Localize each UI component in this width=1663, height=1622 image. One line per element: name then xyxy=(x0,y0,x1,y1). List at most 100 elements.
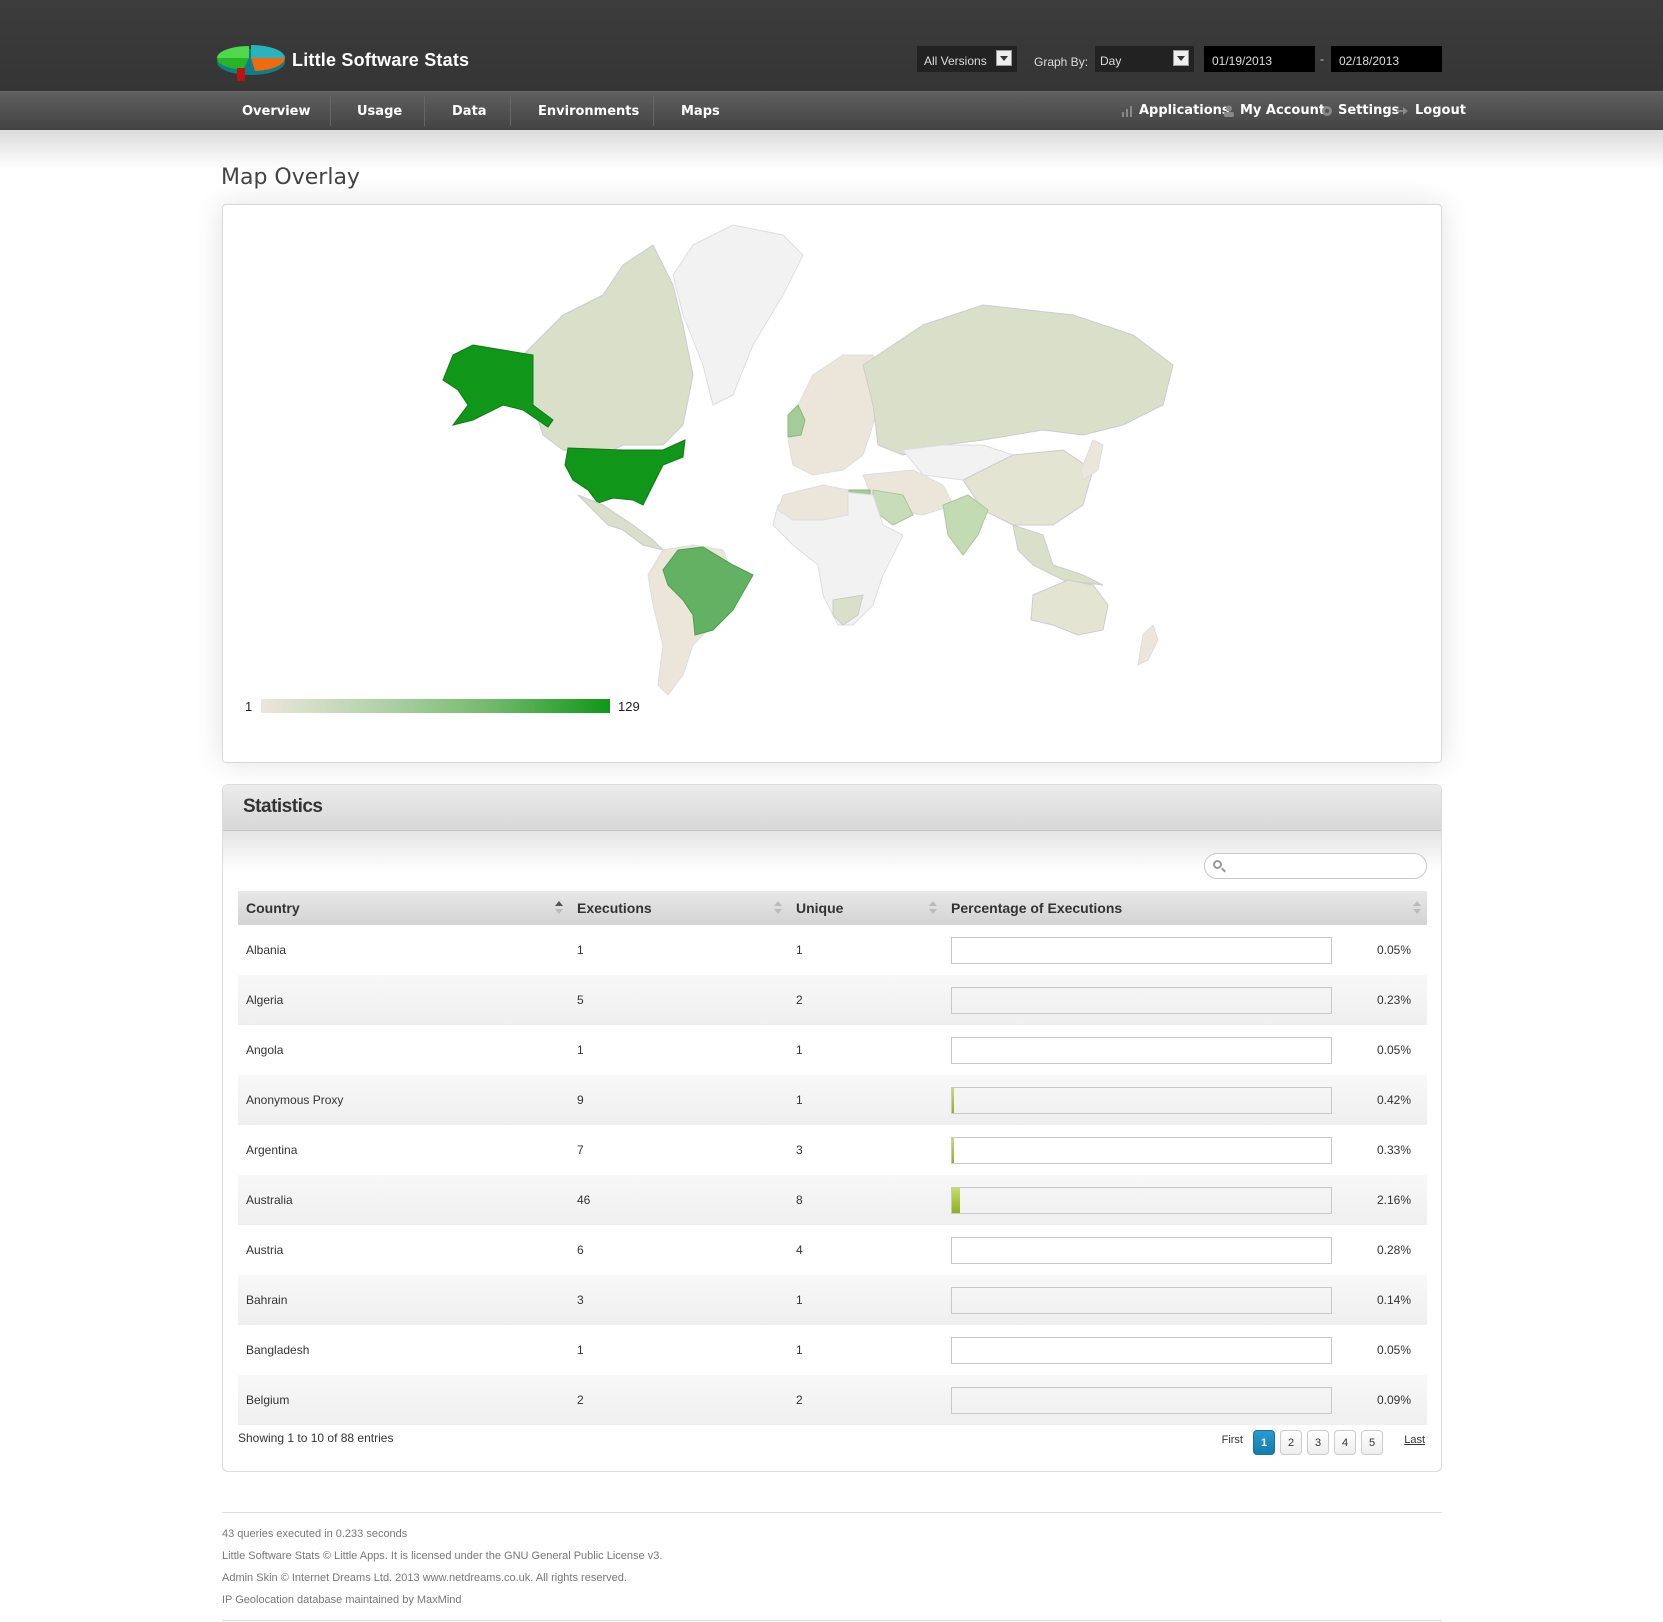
version-select[interactable]: All Versions xyxy=(917,46,1017,72)
pager-page-5[interactable]: 5 xyxy=(1361,1430,1383,1455)
cell-unique: 2 xyxy=(796,993,803,1007)
cell-country: Albania xyxy=(246,943,287,957)
progress-bar xyxy=(951,1086,1332,1114)
legend-max-value: 129 xyxy=(618,699,640,714)
cell-executions: 5 xyxy=(577,993,584,1007)
cell-country: Algeria xyxy=(246,993,284,1007)
pager-page-1[interactable]: 1 xyxy=(1253,1430,1275,1455)
cell-percentage: 0.23% xyxy=(1376,993,1411,1007)
app-title: Little Software Stats xyxy=(292,50,470,70)
logout-link[interactable]: Logout xyxy=(1415,103,1466,118)
map-country-mexico[interactable] xyxy=(577,494,665,551)
statistics-table: Country Executions Unique Percentage of … xyxy=(238,891,1427,1425)
arrow-right-icon xyxy=(1397,107,1408,115)
column-percentage[interactable]: Percentage of Executions xyxy=(943,891,1427,925)
nav-usage[interactable]: Usage xyxy=(357,104,402,119)
cell-executions: 46 xyxy=(577,1193,591,1207)
date-end-input[interactable]: 02/18/2013 xyxy=(1331,46,1442,72)
nav-maps[interactable]: Maps xyxy=(681,104,720,119)
search-input[interactable] xyxy=(1204,853,1427,879)
pager-page-2[interactable]: 2 xyxy=(1280,1430,1302,1455)
chevron-down-icon[interactable] xyxy=(996,50,1012,66)
chevron-down-icon[interactable] xyxy=(1173,50,1189,66)
pager-page-4[interactable]: 4 xyxy=(1334,1430,1356,1455)
sort-icon[interactable] xyxy=(555,901,563,915)
map-country-new-zealand[interactable] xyxy=(1137,624,1159,666)
top-header: Little Software Stats All Versions Graph… xyxy=(0,0,1663,91)
cell-unique: 4 xyxy=(796,1243,803,1257)
sort-icon[interactable] xyxy=(1413,901,1421,915)
cell-percentage: 0.14% xyxy=(1376,1293,1411,1307)
progress-bar xyxy=(951,1386,1332,1414)
bar-chart-icon xyxy=(1122,106,1132,117)
cell-executions: 9 xyxy=(577,1093,584,1107)
main-nav: Overview Usage Data Environments Maps Ap… xyxy=(0,91,1663,130)
table-row: Argentina 7 3 0.33% xyxy=(238,1125,1427,1175)
map-region-southeast-asia[interactable] xyxy=(1012,524,1104,586)
cell-unique: 2 xyxy=(796,1393,803,1407)
pager-page-3[interactable]: 3 xyxy=(1307,1430,1329,1455)
nav-data[interactable]: Data xyxy=(452,104,487,119)
my-account-link[interactable]: My Account xyxy=(1240,103,1325,118)
column-executions[interactable]: Executions xyxy=(569,891,788,925)
cell-executions: 6 xyxy=(577,1243,584,1257)
table-row: Australia 46 8 2.16% xyxy=(238,1175,1427,1225)
cell-unique: 1 xyxy=(796,1093,803,1107)
legend-gradient-bar xyxy=(261,699,610,713)
progress-bar-fill xyxy=(952,1087,954,1113)
cell-executions: 2 xyxy=(577,1393,584,1407)
column-unique[interactable]: Unique xyxy=(788,891,943,925)
column-country[interactable]: Country xyxy=(238,891,569,925)
footer-skin-credit: Admin Skin © Internet Dreams Ltd. 2013 w… xyxy=(222,1572,627,1584)
statistics-title: Statistics xyxy=(243,796,323,817)
nav-overview[interactable]: Overview xyxy=(242,104,311,119)
map-country-russia[interactable] xyxy=(862,304,1174,456)
cell-executions: 7 xyxy=(577,1143,584,1157)
column-percentage-label: Percentage of Executions xyxy=(951,900,1123,916)
applications-link[interactable]: Applications xyxy=(1139,103,1230,118)
cell-country: Argentina xyxy=(246,1143,298,1157)
footer-license: Little Software Stats © Little Apps. It … xyxy=(222,1550,663,1562)
pie-chart-logo-icon xyxy=(216,45,286,81)
footer-queries: 43 queries executed in 0.233 seconds xyxy=(222,1528,408,1540)
cell-percentage-bar xyxy=(943,1125,1343,1175)
map-country-japan[interactable] xyxy=(1080,439,1104,481)
cell-executions: 1 xyxy=(577,943,584,957)
date-start-input[interactable]: 01/19/2013 xyxy=(1204,46,1315,72)
cell-country: Belgium xyxy=(246,1393,290,1407)
pager-first[interactable]: First xyxy=(1222,1434,1243,1446)
sort-icon[interactable] xyxy=(929,901,937,915)
footer-divider xyxy=(222,1512,1442,1513)
table-header-row: Country Executions Unique Percentage of … xyxy=(238,891,1427,925)
world-map[interactable] xyxy=(223,205,1443,764)
footer-divider xyxy=(222,1620,1442,1621)
graph-by-select[interactable]: Day xyxy=(1095,46,1194,72)
map-country-australia[interactable] xyxy=(1030,579,1109,636)
footer-geoip-credit: IP Geolocation database maintained by Ma… xyxy=(222,1594,462,1606)
sort-icon[interactable] xyxy=(774,901,782,915)
cell-country: Austria xyxy=(246,1243,284,1257)
table-row: Bahrain 3 1 0.14% xyxy=(238,1275,1427,1325)
statistics-panel: Statistics Country Executions Unique Per… xyxy=(222,784,1442,1472)
pager-last[interactable]: Last xyxy=(1404,1434,1425,1446)
progress-bar xyxy=(951,1286,1332,1314)
graph-by-select-value: Day xyxy=(1100,54,1122,68)
progress-bar xyxy=(951,1186,1332,1214)
progress-bar xyxy=(951,1236,1332,1264)
search-icon xyxy=(1213,860,1222,869)
nav-divider xyxy=(424,96,425,126)
nav-divider xyxy=(330,96,331,126)
cell-percentage-bar xyxy=(943,1375,1343,1425)
cell-unique: 1 xyxy=(796,1293,803,1307)
cell-unique: 1 xyxy=(796,1043,803,1057)
map-region-north-africa[interactable] xyxy=(777,484,849,521)
settings-link[interactable]: Settings xyxy=(1338,103,1399,118)
cell-country: Bahrain xyxy=(246,1293,288,1307)
map-country-usa[interactable] xyxy=(564,439,686,506)
cell-percentage-bar xyxy=(943,1075,1343,1125)
cell-percentage: 0.28% xyxy=(1376,1243,1411,1257)
cell-executions: 1 xyxy=(577,1043,584,1057)
progress-bar xyxy=(951,1036,1332,1064)
nav-environments[interactable]: Environments xyxy=(538,104,639,119)
cell-percentage: 0.05% xyxy=(1376,1043,1411,1057)
